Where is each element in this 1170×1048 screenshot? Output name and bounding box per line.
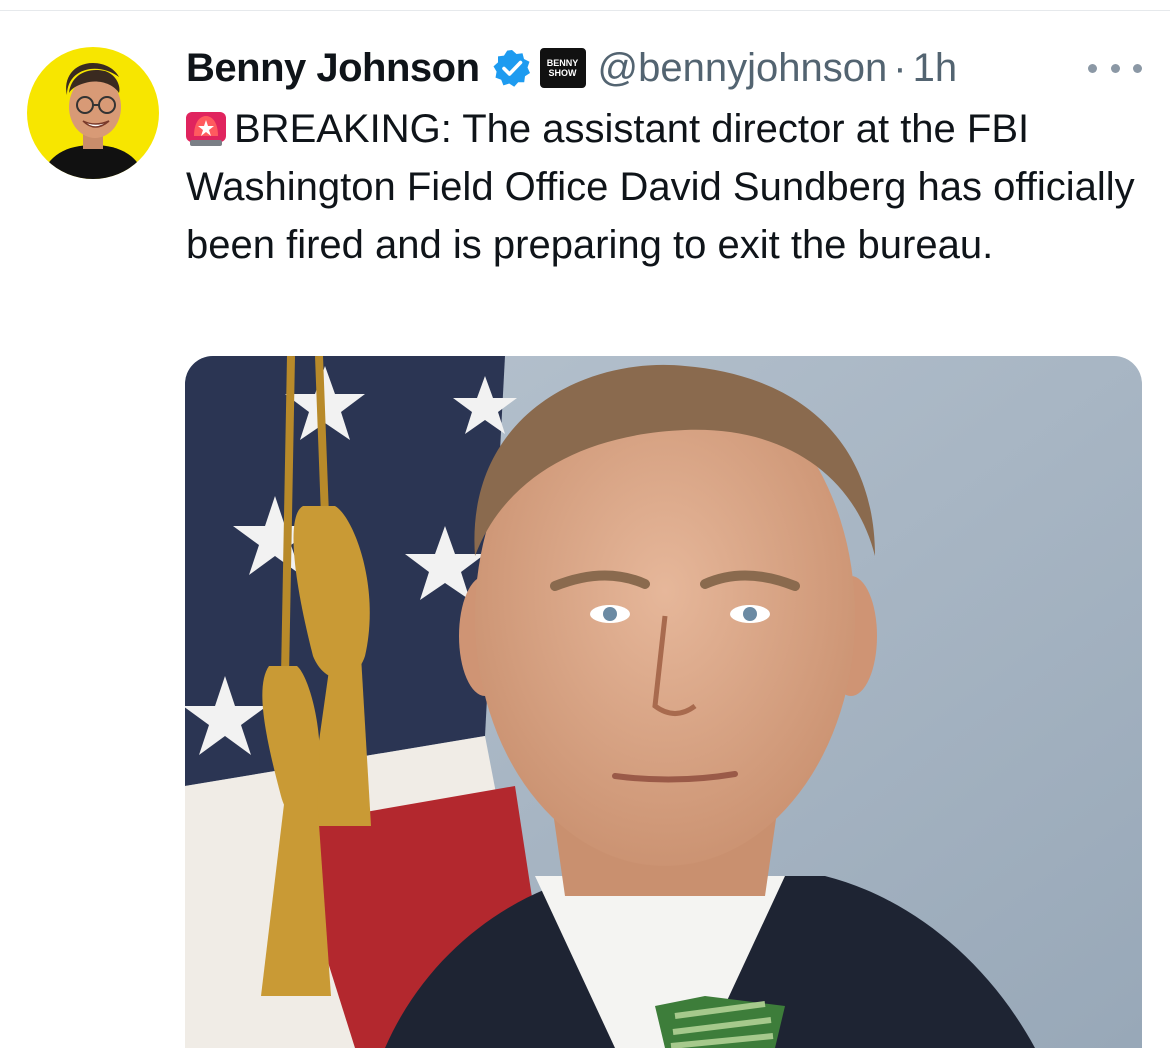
- author-handle[interactable]: @bennyjohnson: [598, 46, 888, 91]
- affiliate-badge-icon[interactable]: BENNY SHOW: [539, 48, 586, 88]
- more-options-button[interactable]: [1088, 56, 1142, 80]
- header-separator: ·: [893, 45, 907, 90]
- verified-badge-icon: [493, 50, 530, 87]
- affiliate-badge-line-1: BENNY: [546, 58, 579, 68]
- top-divider: [0, 10, 1170, 11]
- tweet-header: Benny Johnson BENNY SHOW @bennyjohnson ·…: [186, 40, 957, 96]
- tweet-text: BREAKING: The assistant director at the …: [186, 107, 1135, 267]
- tweet-photo[interactable]: [185, 356, 1142, 1048]
- avatar[interactable]: [27, 47, 159, 179]
- tweet-text-block: BREAKING: The assistant director at the …: [186, 100, 1146, 274]
- tweet-timestamp[interactable]: 1h: [913, 46, 958, 91]
- rotating-light-icon: [186, 112, 226, 146]
- author-display-name[interactable]: Benny Johnson: [186, 46, 480, 91]
- more-options-icon: [1088, 63, 1097, 73]
- affiliate-badge-line-2: SHOW: [548, 68, 577, 78]
